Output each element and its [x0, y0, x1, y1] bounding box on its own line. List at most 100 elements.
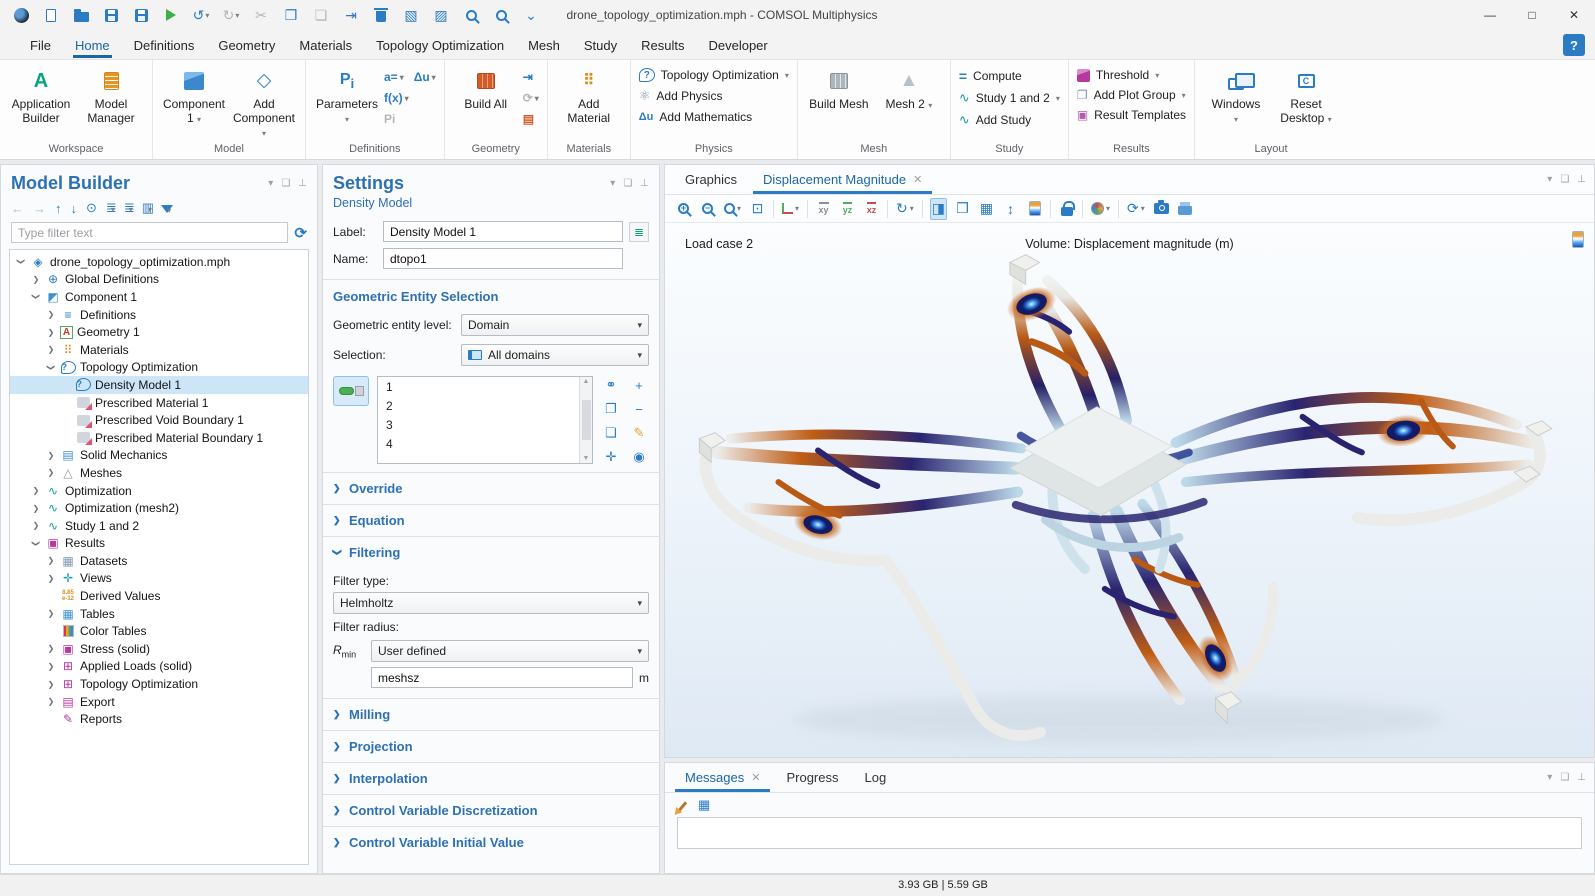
panel-pin-icon[interactable]: ⊥ — [640, 178, 649, 189]
remove-details-button[interactable]: ▤ — [523, 112, 539, 126]
activate-selection-toggle[interactable] — [333, 376, 369, 406]
tree-item[interactable]: 8.85e-12Derived Values — [10, 587, 308, 605]
new-file-icon[interactable] — [38, 3, 64, 27]
rotate-icon[interactable]: ↻▾ — [895, 198, 915, 220]
transparency-icon[interactable]: ◨ — [930, 198, 947, 220]
expand-chevron[interactable]: ❯ — [46, 697, 56, 706]
expand-chevron[interactable]: ❯ — [46, 680, 56, 689]
panel-float-icon[interactable]: ❏ — [281, 178, 290, 189]
messages-tab-messages[interactable]: Messages✕ — [673, 764, 772, 791]
domain-list-item[interactable]: 4 — [378, 436, 579, 455]
filter-icon[interactable]: ▾ — [161, 201, 173, 216]
delete-icon[interactable] — [368, 3, 394, 27]
filter-radius-combo[interactable]: User defined▾ — [371, 640, 649, 662]
component-1-button[interactable]: Component 1 ▾ — [161, 66, 227, 126]
tree-item[interactable]: Prescribed Material 1 — [10, 394, 308, 412]
ribbon-tab-home[interactable]: Home — [63, 33, 122, 57]
tree-item[interactable]: ❯▦Datasets — [10, 552, 308, 570]
tree-item[interactable]: Color Tables — [10, 622, 308, 640]
messages-tab-log[interactable]: Log — [853, 764, 899, 791]
add-material-button[interactable]: ⠿ Add Material — [556, 66, 622, 126]
collapse-all-icon[interactable]: ≣▾ — [106, 200, 115, 216]
ribbon-tab-mesh[interactable]: Mesh — [516, 33, 572, 57]
update-plot-icon[interactable]: ⟳▾ — [1126, 198, 1146, 220]
expand-chevron[interactable]: ❯ — [31, 521, 41, 530]
expand-chevron[interactable]: ❯ — [46, 328, 56, 337]
minimize-button[interactable]: — — [1469, 0, 1511, 30]
save-icon[interactable] — [98, 3, 124, 27]
panel-menu-icon[interactable]: ▾ — [1547, 772, 1552, 783]
name-input[interactable] — [383, 248, 623, 269]
ribbon-tab-topology-optimization[interactable]: Topology Optimization — [364, 33, 516, 57]
tree-item[interactable]: ❯▤Export — [10, 693, 308, 711]
domain-list-item[interactable]: 3 — [378, 417, 579, 436]
expand-chevron[interactable]: ❯ — [46, 556, 56, 565]
create-snippet-icon[interactable]: ≣ — [629, 222, 649, 242]
remove-from-selection-icon[interactable]: − — [629, 400, 649, 418]
go-to-default-view-icon[interactable]: ▾ — [781, 198, 800, 220]
ribbon-tab-definitions[interactable]: Definitions — [122, 33, 207, 57]
customize-icon[interactable]: ⌄ — [518, 3, 544, 27]
graphics-tab-displacement-magnitude[interactable]: Displacement Magnitude✕ — [751, 166, 934, 193]
panel-float-icon[interactable]: ❏ — [1560, 772, 1569, 783]
zoom-out-icon[interactable]: − — [699, 198, 716, 220]
section-filtering[interactable]: ❯Filtering — [323, 536, 659, 568]
tree-item[interactable]: ❯AGeometry 1 — [10, 323, 308, 341]
save-as-icon[interactable] — [128, 3, 154, 27]
expand-chevron[interactable]: ❯ — [31, 275, 41, 284]
topology-optimization-button[interactable]: ? Topology Optimization▾ — [639, 68, 789, 82]
build-all-button[interactable]: Build All — [453, 66, 519, 112]
panel-pin-icon[interactable]: ⊥ — [298, 178, 307, 189]
entity-level-combo[interactable]: Domain▾ — [461, 314, 649, 336]
section-control-variable-initial-value[interactable]: ❯Control Variable Initial Value — [323, 826, 659, 858]
add-physics-button[interactable]: ⚛ Add Physics — [639, 88, 789, 104]
tree-item[interactable]: ❯◩Component 1 — [10, 288, 308, 306]
maximize-button[interactable]: □ — [1511, 0, 1553, 30]
panel-float-icon[interactable]: ❏ — [623, 178, 632, 189]
ribbon-tab-developer[interactable]: Developer — [696, 33, 779, 57]
add-study-button[interactable]: ∿ Add Study — [959, 112, 1060, 128]
move-down-icon[interactable]: ↓ — [71, 201, 78, 216]
tree-item[interactable]: ?Density Model 1 — [10, 376, 308, 394]
cut-icon[interactable]: ✂ — [248, 3, 274, 27]
clear-selection-icon[interactable]: ▨ — [428, 3, 454, 27]
filter-type-combo[interactable]: Helmholtz▾ — [333, 592, 649, 614]
section-equation[interactable]: ❯Equation — [323, 504, 659, 536]
parameter-case-button[interactable]: Pi — [384, 112, 395, 126]
panel-menu-icon[interactable]: ▾ — [268, 178, 273, 189]
expand-chevron[interactable]: ❯ — [46, 451, 56, 460]
expand-chevron[interactable]: ❯ — [46, 468, 56, 477]
graphics-tab-graphics[interactable]: Graphics — [673, 166, 749, 193]
paste-selection-icon[interactable]: ❏ — [601, 424, 621, 442]
camera-icon[interactable] — [1153, 198, 1170, 220]
add-component-button[interactable]: ◇ Add Component ▾ — [231, 66, 297, 139]
collapse-chevron[interactable]: ❯ — [17, 257, 26, 267]
expand-chevron[interactable]: ❯ — [46, 345, 56, 354]
insert-sequence-button[interactable]: ⇥ — [523, 70, 539, 84]
forward-icon[interactable]: → — [33, 201, 46, 216]
graphics-canvas[interactable]: Load case 2 Volume: Displacement magnitu… — [665, 223, 1594, 757]
model-tree-node-text-icon[interactable]: ▥▾ — [142, 200, 152, 216]
panel-pin-icon[interactable]: ⊥ — [1577, 772, 1586, 783]
expand-chevron[interactable]: ❯ — [31, 504, 41, 513]
tree-item[interactable]: ✎Reports — [10, 710, 308, 728]
compute-button[interactable]: = Compute — [959, 68, 1060, 84]
selection-combo[interactable]: All domains▾ — [461, 344, 649, 366]
tree-item[interactable]: ❯△Meshes — [10, 464, 308, 482]
functions-button[interactable]: f(x)▾ — [384, 91, 409, 105]
expand-chevron[interactable]: ❯ — [31, 486, 41, 495]
refresh-icon[interactable]: ⟳ — [294, 224, 307, 242]
zoom-extents-icon[interactable]: ⊡ — [749, 198, 766, 220]
update-geometry-button[interactable]: ⟳▾ — [523, 91, 539, 105]
clear-messages-icon[interactable] — [678, 801, 687, 811]
ribbon-tab-materials[interactable]: Materials — [287, 33, 364, 57]
tree-item[interactable]: ❯▦Tables — [10, 605, 308, 623]
tree-item[interactable]: ❯◈drone_topology_optimization.mph — [10, 253, 308, 271]
tree-item[interactable]: ❯▤Solid Mechanics — [10, 447, 308, 465]
select-icon[interactable]: ▧ — [398, 3, 424, 27]
domain-selection-list[interactable]: 1234 ▲▼ — [377, 376, 593, 464]
grid-icon[interactable]: ▦ — [978, 198, 995, 220]
threshold-button[interactable]: Threshold▾ — [1077, 68, 1186, 82]
messages-tab-progress[interactable]: Progress — [774, 764, 850, 791]
back-icon[interactable]: ← — [11, 201, 24, 216]
